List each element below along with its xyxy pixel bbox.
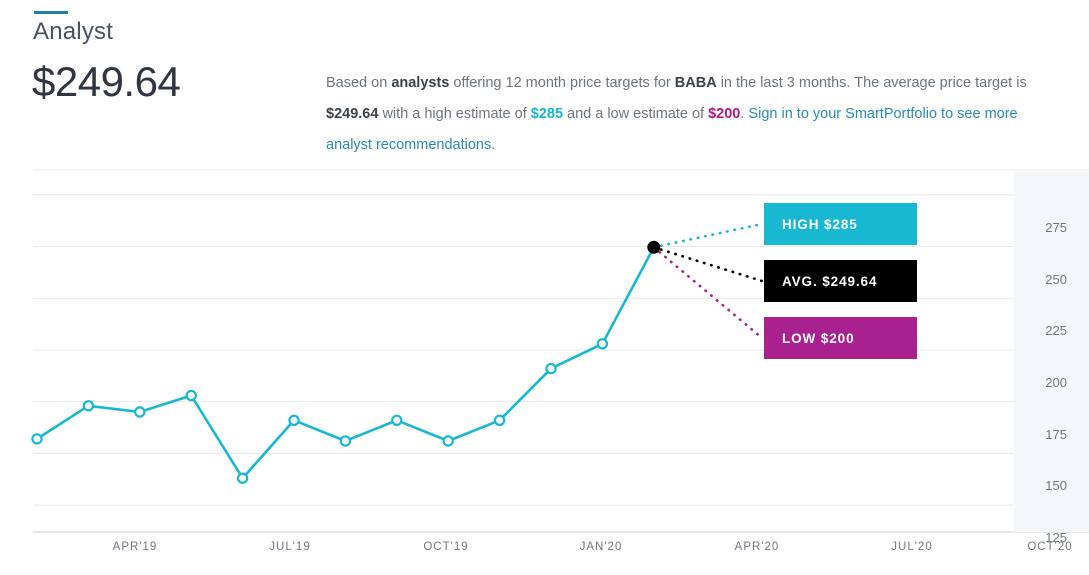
avg-marker-dot (647, 240, 661, 254)
x-axis-tick-JUL20: JUL'20 (891, 541, 933, 553)
desc-analysts-bold: analysts (391, 75, 450, 91)
description-paragraph: Based on analysts offering 12 month pric… (326, 68, 1056, 161)
y-axis-tick-175: 175 (1045, 426, 1067, 442)
x-axis-tick-JUL19: JUL'19 (269, 541, 311, 553)
projection-lines (652, 222, 764, 340)
y-axis-tick-150: 150 (1045, 478, 1067, 494)
callout-low: LOW $200 (764, 317, 917, 359)
desc-low-estimate: $200 (708, 106, 741, 122)
y-axis-tick-275: 275 (1045, 219, 1067, 235)
y-axis-tick-200: 200 (1045, 374, 1067, 390)
desc-text-7: . (491, 137, 496, 153)
analyst-price-target-panel: Analyst $249.64 Based on analysts offeri… (0, 0, 1089, 575)
y-axis-tick-225: 225 (1045, 323, 1067, 339)
desc-text-2: offering 12 month price targets for (449, 75, 675, 91)
x-axis-tick-OCT19: OCT'19 (423, 541, 469, 553)
y-axis-tick-250: 250 (1045, 271, 1067, 287)
callout-avg: AVG. $249.64 (764, 260, 917, 302)
accent-bar (34, 11, 68, 14)
gridlines (33, 169, 1089, 506)
callout-high-label: HIGH $285 (782, 216, 858, 232)
desc-text-1: Based on (326, 75, 392, 91)
page-title: Analyst (33, 18, 114, 45)
series-markers (31, 338, 609, 484)
callout-high: HIGH $285 (764, 203, 917, 245)
desc-ticker-bold: BABA (674, 75, 717, 91)
price-target-chart: 275 250 225 200 175 150 125 APR'19 JUL'19 OCT'19… (0, 160, 1089, 575)
x-axis-tick-APR20: APR'20 (734, 541, 780, 553)
callout-avg-label: AVG. $249.64 (782, 273, 878, 289)
desc-text-5: and a low estimate of (563, 106, 709, 122)
desc-text-3: in the last 3 months. The average price … (716, 75, 1027, 91)
desc-text-4: with a high estimate of (378, 106, 531, 122)
desc-high-estimate: $285 (530, 106, 564, 122)
x-axis-tick-OCT20: OCT'20 (1027, 541, 1073, 553)
desc-average-bold: $249.64 (326, 106, 379, 122)
callout-low-label: LOW $200 (782, 330, 855, 346)
average-price-target-value: $249.64 (32, 58, 181, 105)
x-axis-tick-JAN20: JAN'20 (579, 541, 623, 553)
chart-svg (31, 169, 1089, 533)
x-axis-tick-APR19: APR'19 (112, 541, 158, 553)
